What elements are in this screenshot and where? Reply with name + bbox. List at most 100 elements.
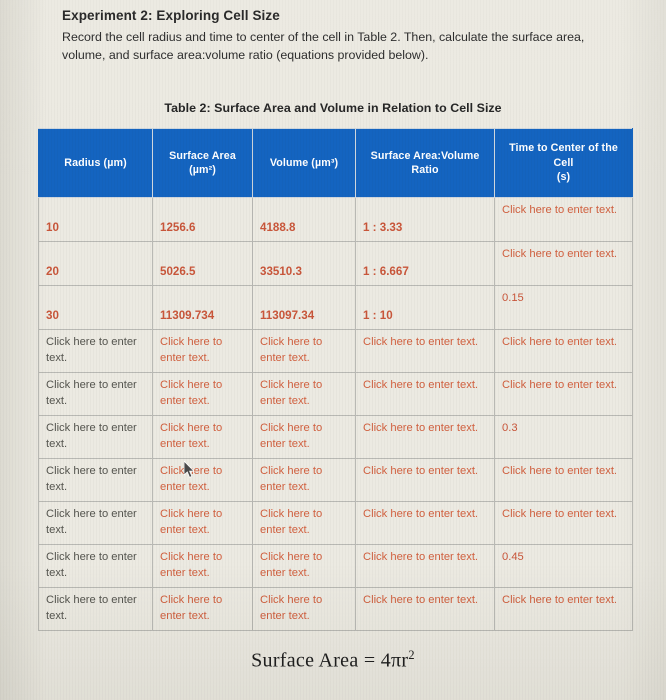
cell-sa[interactable]: Click here to enter text. xyxy=(152,544,253,588)
cell-vol[interactable]: 113097.34 xyxy=(252,285,356,330)
cell-vol[interactable]: Click here to enter text. xyxy=(252,544,356,588)
placeholder-text[interactable]: Click here to enter text. xyxy=(260,594,322,622)
table-row: Click here to enter text. Click here to e… xyxy=(38,587,633,631)
cell-ratio[interactable]: Click here to enter text. xyxy=(355,544,495,588)
cell-time[interactable]: Click here to enter text. xyxy=(494,329,633,373)
placeholder-text[interactable]: Click here to enter text. xyxy=(260,551,322,579)
placeholder-text[interactable]: Click here to enter text. xyxy=(46,379,137,407)
cell-ratio[interactable]: Click here to enter text. xyxy=(355,458,495,502)
cell-ratio[interactable]: Click here to enter text. xyxy=(355,372,495,416)
cell-time[interactable]: Click here to enter text. xyxy=(494,587,633,631)
cell-time[interactable]: Click here to enter text. xyxy=(494,501,633,545)
cell-value: 0.15 xyxy=(502,292,524,304)
placeholder-text[interactable]: Click here to enter text. xyxy=(160,465,222,493)
cell-ratio[interactable]: Click here to enter text. xyxy=(355,587,495,631)
cell-radius[interactable]: Click here to enter text. xyxy=(38,458,153,502)
table-row: 20 5026.5 33510.3 1 : 6.667 Click here to en… xyxy=(38,241,633,286)
cell-ratio[interactable]: 1 : 6.667 xyxy=(355,241,495,286)
placeholder-text[interactable]: Click here to enter text. xyxy=(260,508,322,536)
column-header-sa-v-ratio-line2: Ratio xyxy=(411,164,439,176)
cell-ratio[interactable]: Click here to enter text. xyxy=(355,501,495,545)
cell-vol[interactable]: 33510.3 xyxy=(252,241,356,286)
cell-time[interactable]: Click here to enter text. xyxy=(494,372,633,416)
placeholder-text[interactable]: Click here to enter text. xyxy=(363,336,478,348)
cell-radius[interactable]: Click here to enter text. xyxy=(38,329,153,373)
cell-sa[interactable]: Click here to enter text. xyxy=(152,329,253,373)
placeholder-text[interactable]: Click here to enter text. xyxy=(502,465,617,477)
cell-time[interactable]: Click here to enter text. xyxy=(494,241,633,286)
cell-time[interactable]: 0.45 xyxy=(494,544,633,588)
cell-radius[interactable]: Click here to enter text. xyxy=(38,415,153,459)
cell-radius[interactable]: 30 xyxy=(38,285,153,330)
cell-vol[interactable]: Click here to enter text. xyxy=(252,372,356,416)
formula-exponent: 2 xyxy=(408,648,415,662)
cell-radius[interactable]: Click here to enter text. xyxy=(38,501,153,545)
placeholder-text[interactable]: Click here to enter text. xyxy=(260,465,322,493)
cell-value: 1 : 6.667 xyxy=(363,264,409,278)
column-header-surface-area-line2: (µm²) xyxy=(189,164,216,176)
cell-sa[interactable]: 5026.5 xyxy=(152,241,253,286)
placeholder-text[interactable]: Click here to enter text. xyxy=(502,508,617,520)
cell-sa[interactable]: Click here to enter text. xyxy=(152,501,253,545)
cell-vol[interactable]: 4188.8 xyxy=(252,197,356,242)
cell-vol[interactable]: Click here to enter text. xyxy=(252,501,356,545)
placeholder-text[interactable]: Click here to enter text. xyxy=(46,594,137,622)
cell-sa[interactable]: Click here to enter text. xyxy=(152,415,253,459)
table-row: Click here to enter text. Click here to e… xyxy=(38,372,633,416)
placeholder-text[interactable]: Click here to enter text. xyxy=(160,379,222,407)
placeholder-text[interactable]: Click here to enter text. xyxy=(160,508,222,536)
cell-vol[interactable]: Click here to enter text. xyxy=(252,415,356,459)
cell-radius[interactable]: 20 xyxy=(38,241,153,286)
placeholder-text[interactable]: Click here to enter text. xyxy=(502,379,617,391)
cell-sa[interactable]: Click here to enter text. xyxy=(152,587,253,631)
placeholder-text[interactable]: Click here to enter text. xyxy=(160,594,222,622)
cell-vol[interactable]: Click here to enter text. xyxy=(252,329,356,373)
cell-ratio[interactable]: Click here to enter text. xyxy=(355,415,495,459)
placeholder-text[interactable]: Click here to enter text. xyxy=(260,336,322,364)
placeholder-text[interactable]: Click here to enter text. xyxy=(363,594,478,606)
placeholder-text[interactable]: Click here to enter text. xyxy=(46,422,137,450)
placeholder-text[interactable]: Click here to enter text. xyxy=(46,465,137,493)
placeholder-text[interactable]: Click here to enter text. xyxy=(260,379,322,407)
cell-radius[interactable]: 10 xyxy=(38,197,153,242)
cell-radius[interactable]: Click here to enter text. xyxy=(38,372,153,416)
table-row: 10 1256.6 4188.8 1 : 3.33 Click here to ente… xyxy=(38,197,633,242)
cell-time[interactable]: 0.3 xyxy=(494,415,633,459)
cell-radius[interactable]: Click here to enter text. xyxy=(38,544,153,588)
placeholder-text[interactable]: Click here to enter text. xyxy=(502,204,617,216)
cell-time[interactable]: 0.15 xyxy=(494,285,633,330)
experiment-title: Experiment 2: Exploring Cell Size xyxy=(62,8,280,23)
cell-sa[interactable]: 1256.6 xyxy=(152,197,253,242)
placeholder-text[interactable]: Click here to enter text. xyxy=(46,551,137,579)
placeholder-text[interactable]: Click here to enter text. xyxy=(160,422,222,450)
placeholder-text[interactable]: Click here to enter text. xyxy=(502,336,617,348)
table-caption: Table 2: Surface Area and Volume in Rela… xyxy=(164,101,502,115)
cell-vol[interactable]: Click here to enter text. xyxy=(252,587,356,631)
column-header-time-to-center-line2: (s) xyxy=(556,171,571,184)
placeholder-text[interactable]: Click here to enter text. xyxy=(502,248,617,260)
cell-vol[interactable]: Click here to enter text. xyxy=(252,458,356,502)
placeholder-text[interactable]: Click here to enter text. xyxy=(160,551,222,579)
placeholder-text[interactable]: Click here to enter text. xyxy=(363,422,478,434)
table-row: Click here to enter text. Click here to e… xyxy=(38,501,633,545)
cell-ratio[interactable]: Click here to enter text. xyxy=(355,329,495,373)
placeholder-text[interactable]: Click here to enter text. xyxy=(363,508,478,520)
placeholder-text[interactable]: Click here to enter text. xyxy=(363,465,478,477)
cell-value: 11309.734 xyxy=(160,308,215,322)
placeholder-text[interactable]: Click here to enter text. xyxy=(46,336,137,364)
placeholder-text[interactable]: Click here to enter text. xyxy=(260,422,322,450)
cell-sa[interactable]: Click here to enter text. xyxy=(152,458,253,502)
placeholder-text[interactable]: Click here to enter text. xyxy=(502,594,617,606)
cell-ratio[interactable]: 1 : 10 xyxy=(355,285,495,330)
placeholder-text[interactable]: Click here to enter text. xyxy=(363,551,478,563)
placeholder-text[interactable]: Click here to enter text. xyxy=(46,508,137,536)
cell-radius[interactable]: Click here to enter text. xyxy=(38,587,153,631)
cell-ratio[interactable]: 1 : 3.33 xyxy=(355,197,495,242)
placeholder-text[interactable]: Click here to enter text. xyxy=(160,336,222,364)
table-row: Click here to enter text. Click here to e… xyxy=(38,458,633,502)
cell-sa[interactable]: Click here to enter text. xyxy=(152,372,253,416)
cell-time[interactable]: Click here to enter text. xyxy=(494,197,633,242)
cell-time[interactable]: Click here to enter text. xyxy=(494,458,633,502)
cell-sa[interactable]: 11309.734 xyxy=(152,285,253,330)
placeholder-text[interactable]: Click here to enter text. xyxy=(363,379,478,391)
